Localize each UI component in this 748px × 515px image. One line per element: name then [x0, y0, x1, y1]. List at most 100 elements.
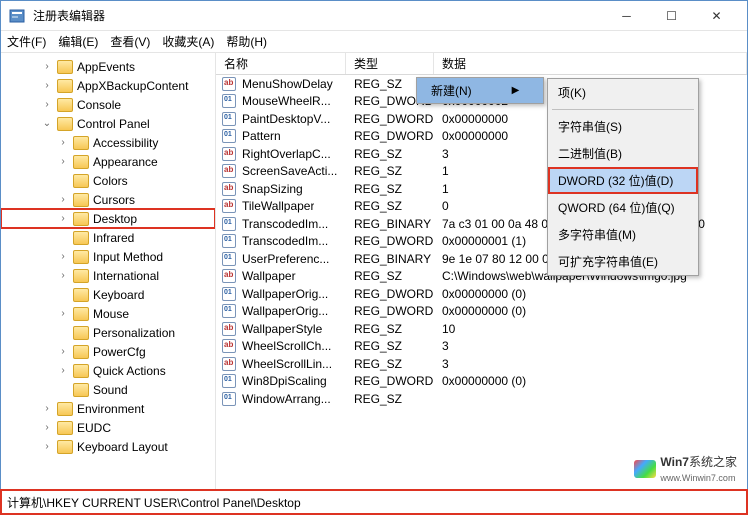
- tree-twisty-icon[interactable]: ›: [41, 99, 53, 110]
- tree-item[interactable]: ›Cursors: [1, 190, 215, 209]
- watermark: Win7系统之家 www.Winwin7.com: [630, 451, 741, 486]
- submenu-item[interactable]: 项(K): [548, 79, 698, 106]
- submenu-item[interactable]: 二进制值(B): [548, 140, 698, 167]
- value-row[interactable]: WheelScrollLin...REG_SZ3: [216, 355, 747, 373]
- folder-icon: [73, 174, 89, 188]
- folder-icon: [73, 136, 89, 150]
- value-row[interactable]: Win8DpiScalingREG_DWORD0x00000000 (0): [216, 373, 747, 391]
- menu-file[interactable]: 文件(F): [7, 33, 46, 50]
- submenu-item[interactable]: 多字符串值(M): [548, 221, 698, 248]
- menu-view[interactable]: 查看(V): [110, 33, 150, 50]
- value-name: RightOverlapC...: [242, 147, 331, 161]
- tree-twisty-icon[interactable]: ›: [41, 422, 53, 433]
- window-title: 注册表编辑器: [33, 7, 604, 24]
- value-type: REG_SZ: [346, 164, 434, 178]
- col-data[interactable]: 数据: [434, 53, 747, 74]
- col-type[interactable]: 类型: [346, 53, 434, 74]
- folder-icon: [73, 250, 89, 264]
- list-panel[interactable]: 名称 类型 数据 MenuShowDelayREG_SZMouseWheelR.…: [216, 53, 747, 490]
- tree-item-label: Environment: [77, 402, 144, 416]
- maximize-button[interactable]: ☐: [649, 2, 694, 30]
- tree-twisty-icon[interactable]: ›: [57, 213, 69, 224]
- tree-item[interactable]: Sound: [1, 380, 215, 399]
- watermark-text: Win7系统之家 www.Winwin7.com: [660, 453, 737, 484]
- tree-item[interactable]: ›AppEvents: [1, 57, 215, 76]
- folder-icon: [73, 326, 89, 340]
- submenu-item[interactable]: QWORD (64 位)值(Q): [548, 194, 698, 221]
- list-header: 名称 类型 数据: [216, 53, 747, 75]
- value-row[interactable]: WallpaperOrig...REG_DWORD0x00000000 (0): [216, 303, 747, 321]
- tree-item[interactable]: Personalization: [1, 323, 215, 342]
- tree-item-label: Quick Actions: [93, 364, 166, 378]
- value-data: 0x00000000 (0): [434, 287, 747, 301]
- value-type: REG_SZ: [346, 199, 434, 213]
- tree-twisty-icon[interactable]: ›: [57, 194, 69, 205]
- value-name: SnapSizing: [242, 182, 303, 196]
- tree-item[interactable]: ›Mouse: [1, 304, 215, 323]
- value-type-icon: [222, 164, 236, 178]
- value-name: Pattern: [242, 129, 281, 143]
- tree-twisty-icon[interactable]: ›: [57, 156, 69, 167]
- tree-twisty-icon[interactable]: ›: [41, 441, 53, 452]
- value-row[interactable]: WindowArrang...REG_SZ: [216, 390, 747, 408]
- menu-favorites[interactable]: 收藏夹(A): [162, 33, 214, 50]
- tree-item[interactable]: ›Appearance: [1, 152, 215, 171]
- value-row[interactable]: WallpaperOrig...REG_DWORD0x00000000 (0): [216, 285, 747, 303]
- menu-help[interactable]: 帮助(H): [226, 33, 267, 50]
- tree-item[interactable]: › Environment: [1, 399, 215, 418]
- submenu-item[interactable]: 可扩充字符串值(E): [548, 248, 698, 275]
- tree-item[interactable]: ›PowerCfg: [1, 342, 215, 361]
- tree-item[interactable]: Infrared: [1, 228, 215, 247]
- tree-item[interactable]: ›Input Method: [1, 247, 215, 266]
- value-row[interactable]: WheelScrollCh...REG_SZ3: [216, 338, 747, 356]
- tree-item[interactable]: › Quick Actions: [1, 361, 215, 380]
- tree-twisty-icon[interactable]: ⌄: [41, 118, 53, 129]
- folder-icon: [57, 117, 73, 131]
- value-type: REG_BINARY: [346, 217, 434, 231]
- tree-item[interactable]: Keyboard: [1, 285, 215, 304]
- value-type: REG_DWORD: [346, 234, 434, 248]
- tree-item-label: Accessibility: [93, 136, 158, 150]
- tree-item[interactable]: › Accessibility: [1, 133, 215, 152]
- tree-twisty-icon[interactable]: ›: [57, 308, 69, 319]
- tree-item[interactable]: ›Keyboard Layout: [1, 437, 215, 456]
- tree-item[interactable]: ›Console: [1, 95, 215, 114]
- submenu: 项(K) 字符串值(S)二进制值(B)DWORD (32 位)值(D)QWORD …: [547, 78, 699, 276]
- value-name: WallpaperOrig...: [242, 304, 328, 318]
- minimize-button[interactable]: ─: [604, 2, 649, 30]
- tree-item[interactable]: ›International: [1, 266, 215, 285]
- watermark-icon: [634, 460, 656, 478]
- submenu-item[interactable]: 字符串值(S): [548, 113, 698, 140]
- tree-item[interactable]: Colors: [1, 171, 215, 190]
- value-type: REG_DWORD: [346, 287, 434, 301]
- folder-icon: [73, 288, 89, 302]
- context-new[interactable]: 新建(N) ▶: [417, 78, 543, 103]
- tree-item[interactable]: ›AppXBackupContent: [1, 76, 215, 95]
- tree-twisty-icon[interactable]: ›: [57, 365, 69, 376]
- client-area: ›AppEvents›AppXBackupContent›Console⌄Con…: [1, 53, 747, 490]
- value-type: REG_DWORD: [346, 112, 434, 126]
- col-name[interactable]: 名称: [216, 53, 346, 74]
- tree-twisty-icon[interactable]: ›: [41, 80, 53, 91]
- value-row[interactable]: WallpaperStyleREG_SZ10: [216, 320, 747, 338]
- value-type: REG_DWORD: [346, 374, 434, 388]
- value-type-icon: [222, 217, 236, 231]
- tree-twisty-icon[interactable]: ›: [57, 346, 69, 357]
- regedit-icon: [9, 8, 25, 24]
- tree-panel[interactable]: ›AppEvents›AppXBackupContent›Console⌄Con…: [1, 53, 216, 490]
- menu-edit[interactable]: 编辑(E): [58, 33, 98, 50]
- submenu-item[interactable]: DWORD (32 位)值(D): [548, 167, 698, 194]
- tree-item[interactable]: ›EUDC: [1, 418, 215, 437]
- value-type: REG_SZ: [346, 269, 434, 283]
- tree-twisty-icon[interactable]: ›: [57, 251, 69, 262]
- tree-item[interactable]: ›Desktop: [1, 209, 215, 228]
- tree-twisty-icon[interactable]: ›: [41, 403, 53, 414]
- statusbar: 计算机\HKEY CURRENT USER\Control Panel\Desk…: [1, 490, 747, 514]
- status-path: 计算机\HKEY CURRENT USER\Control Panel\Desk…: [7, 494, 301, 511]
- close-button[interactable]: ✕: [694, 2, 739, 30]
- tree-twisty-icon[interactable]: ›: [57, 270, 69, 281]
- tree-twisty-icon[interactable]: ›: [41, 61, 53, 72]
- tree-twisty-icon[interactable]: ›: [57, 137, 69, 148]
- value-name: PaintDesktopV...: [242, 112, 330, 126]
- tree-item[interactable]: ⌄Control Panel: [1, 114, 215, 133]
